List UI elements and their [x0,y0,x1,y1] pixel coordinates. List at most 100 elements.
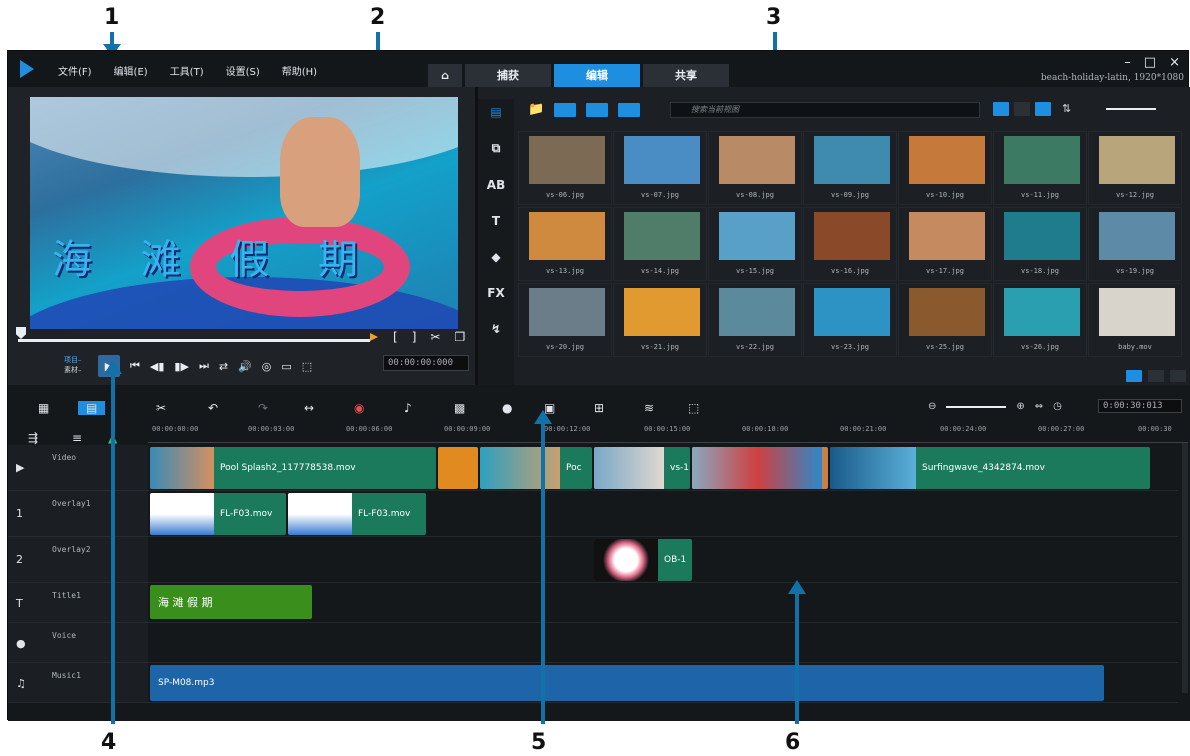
project-mode-label[interactable]: 项目– [64,355,82,365]
path-icon[interactable]: ↯ [491,322,501,336]
timeline-scrollbar[interactable] [1182,443,1188,693]
record-icon[interactable]: ◉ [354,401,364,415]
zoom-slider[interactable] [946,405,1007,408]
track-header-voice[interactable]: ● Voice [8,623,148,663]
menu-settings[interactable]: 设置(S) [226,63,260,78]
library-thumbnail[interactable]: baby.mov [1088,283,1182,357]
snapshot-icon[interactable]: ❐ [454,330,465,344]
library-thumbnail[interactable]: vs-15.jpg [708,207,802,281]
library-search-input[interactable]: 搜索当前视图 [670,102,980,118]
next-frame-icon[interactable]: ▮▶ [174,360,189,373]
voice-lane[interactable] [148,623,1178,663]
sort-icon[interactable]: ⇅ [1062,102,1071,116]
maximize-button[interactable]: □ [1144,55,1156,70]
track-header-video[interactable]: ▶ Video [8,445,148,491]
overlay-clip[interactable]: OB-1 [594,539,692,581]
tab-edit[interactable]: 编辑 [554,64,640,87]
library-thumbnail[interactable]: vs-11.jpg [993,131,1087,205]
overlay1-lane[interactable]: FL-F03.mov FL-F03.mov [148,491,1178,537]
thumbnail-size-slider[interactable] [1106,108,1157,110]
graphics-icon[interactable]: ◆ [491,250,500,264]
menu-tools[interactable]: 工具(T) [170,63,204,78]
previous-frame-icon[interactable]: ◀▮ [150,360,165,373]
media-icon[interactable]: ▤ [490,105,501,119]
scrub-end-marker[interactable] [370,333,378,341]
show-audio-button[interactable] [618,102,641,117]
thumbnail-view-button[interactable] [1035,102,1051,116]
library-thumbnail[interactable]: vs-20.jpg [518,283,612,357]
show-video-button[interactable] [554,102,577,117]
motion-tracking-icon[interactable]: ▩ [454,401,465,415]
audio-mixer-icon[interactable]: ♪ [404,401,412,415]
list-view-button[interactable] [993,102,1009,116]
detail-view-button[interactable] [1014,102,1030,116]
timeline-view-icon[interactable]: ▤ [78,401,106,415]
toolbox-icon[interactable]: ✂ [156,401,166,415]
add-folder-icon[interactable]: 📁 [528,102,544,117]
close-button[interactable]: × [1169,55,1180,70]
filter-icon[interactable]: FX [487,286,504,300]
clip-mode-label[interactable]: 素材– [64,365,82,375]
library-thumbnail[interactable]: vs-09.jpg [803,131,897,205]
library-view-toggle[interactable] [1126,370,1142,382]
track-header-overlay1[interactable]: 1 Overlay1 [8,491,148,537]
redo-icon[interactable]: ↷ [258,401,268,415]
overlay-clip[interactable]: FL-F03.mov [150,493,286,535]
library-thumbnail[interactable]: vs-07.jpg [613,131,707,205]
split-screen-icon[interactable]: ⊞ [594,401,604,415]
library-thumbnail[interactable]: vs-19.jpg [1088,207,1182,281]
library-thumbnail[interactable]: vs-23.jpg [803,283,897,357]
degree-360-icon[interactable]: ◎ [262,360,272,373]
library-thumbnail[interactable]: vs-10.jpg [898,131,992,205]
chapter-icon[interactable]: ⬚ [688,401,699,415]
library-thumbnail[interactable]: vs-21.jpg [613,283,707,357]
storyboard-view-icon[interactable]: ▦ [38,401,49,415]
preview-video[interactable]: 海 滩 假 期 [30,97,458,329]
title-icon[interactable]: T [492,214,500,228]
end-icon[interactable]: ⏭ [199,359,209,373]
aspect-icon[interactable]: ▭ [281,360,291,373]
title-lane[interactable]: 海 滩 假 期 [148,583,1178,623]
add-track-icon[interactable]: ≡ [72,431,82,445]
music-clip[interactable]: SP-M08.mp3 [150,665,1104,701]
video-clip[interactable]: Poc [480,447,592,489]
color-icon[interactable]: ● [502,401,512,415]
video-clip[interactable] [692,447,828,489]
mark-out-button[interactable]: ] [412,330,417,344]
library-thumbnail[interactable]: vs-25.jpg [898,283,992,357]
transition-icon[interactable]: ⧉ [492,141,501,156]
video-clip[interactable]: Pool Splash2_117778538.mov [150,447,436,489]
track-header-title[interactable]: T Title1 [8,583,148,623]
library-thumbnail[interactable]: vs-17.jpg [898,207,992,281]
fullscreen-icon[interactable]: ⬚ [302,360,312,373]
library-thumbnail[interactable]: vs-18.jpg [993,207,1087,281]
transition-clip[interactable] [438,447,478,489]
volume-icon[interactable]: 🔊 [238,360,252,373]
music-lane[interactable]: SP-M08.mp3 [148,663,1178,703]
split-icon[interactable]: ✂ [430,330,440,344]
library-thumbnail[interactable]: vs-14.jpg [613,207,707,281]
scrub-start-marker[interactable] [16,327,26,339]
tab-capture[interactable]: 捕获 [465,64,551,87]
library-thumbnail[interactable]: vs-06.jpg [518,131,612,205]
library-thumbnail[interactable]: vs-13.jpg [518,207,612,281]
fit-icon[interactable]: ↔ [304,401,314,415]
zoom-in-icon[interactable]: ⊕ [1016,401,1024,412]
video-clip[interactable]: vs-1 [594,447,690,489]
undo-icon[interactable]: ↶ [208,401,218,415]
overlay-clip[interactable]: FL-F03.mov [288,493,426,535]
library-thumbnail[interactable]: vs-26.jpg [993,283,1087,357]
track-header-music[interactable]: ♫ Music1 [8,663,148,703]
library-thumbnail[interactable]: vs-22.jpg [708,283,802,357]
timeline-duration[interactable]: 0:00:30:013 [1098,399,1182,413]
menu-help[interactable]: 帮助(H) [282,63,317,78]
library-thumbnail[interactable]: vs-08.jpg [708,131,802,205]
repeat-icon[interactable]: ⇄ [219,360,228,373]
preview-timecode[interactable]: 00:00:00:000 [383,355,469,371]
track-header-overlay2[interactable]: 2 Overlay2 [8,537,148,583]
ab-transition-icon[interactable]: AB [487,178,505,192]
mark-in-button[interactable]: [ [393,330,398,344]
library-panel-toggle[interactable] [1148,370,1164,382]
auto-music-icon[interactable]: ≋ [644,401,654,415]
video-lane[interactable]: Pool Splash2_117778538.mov Poc vs-1 Surf… [148,445,1178,491]
